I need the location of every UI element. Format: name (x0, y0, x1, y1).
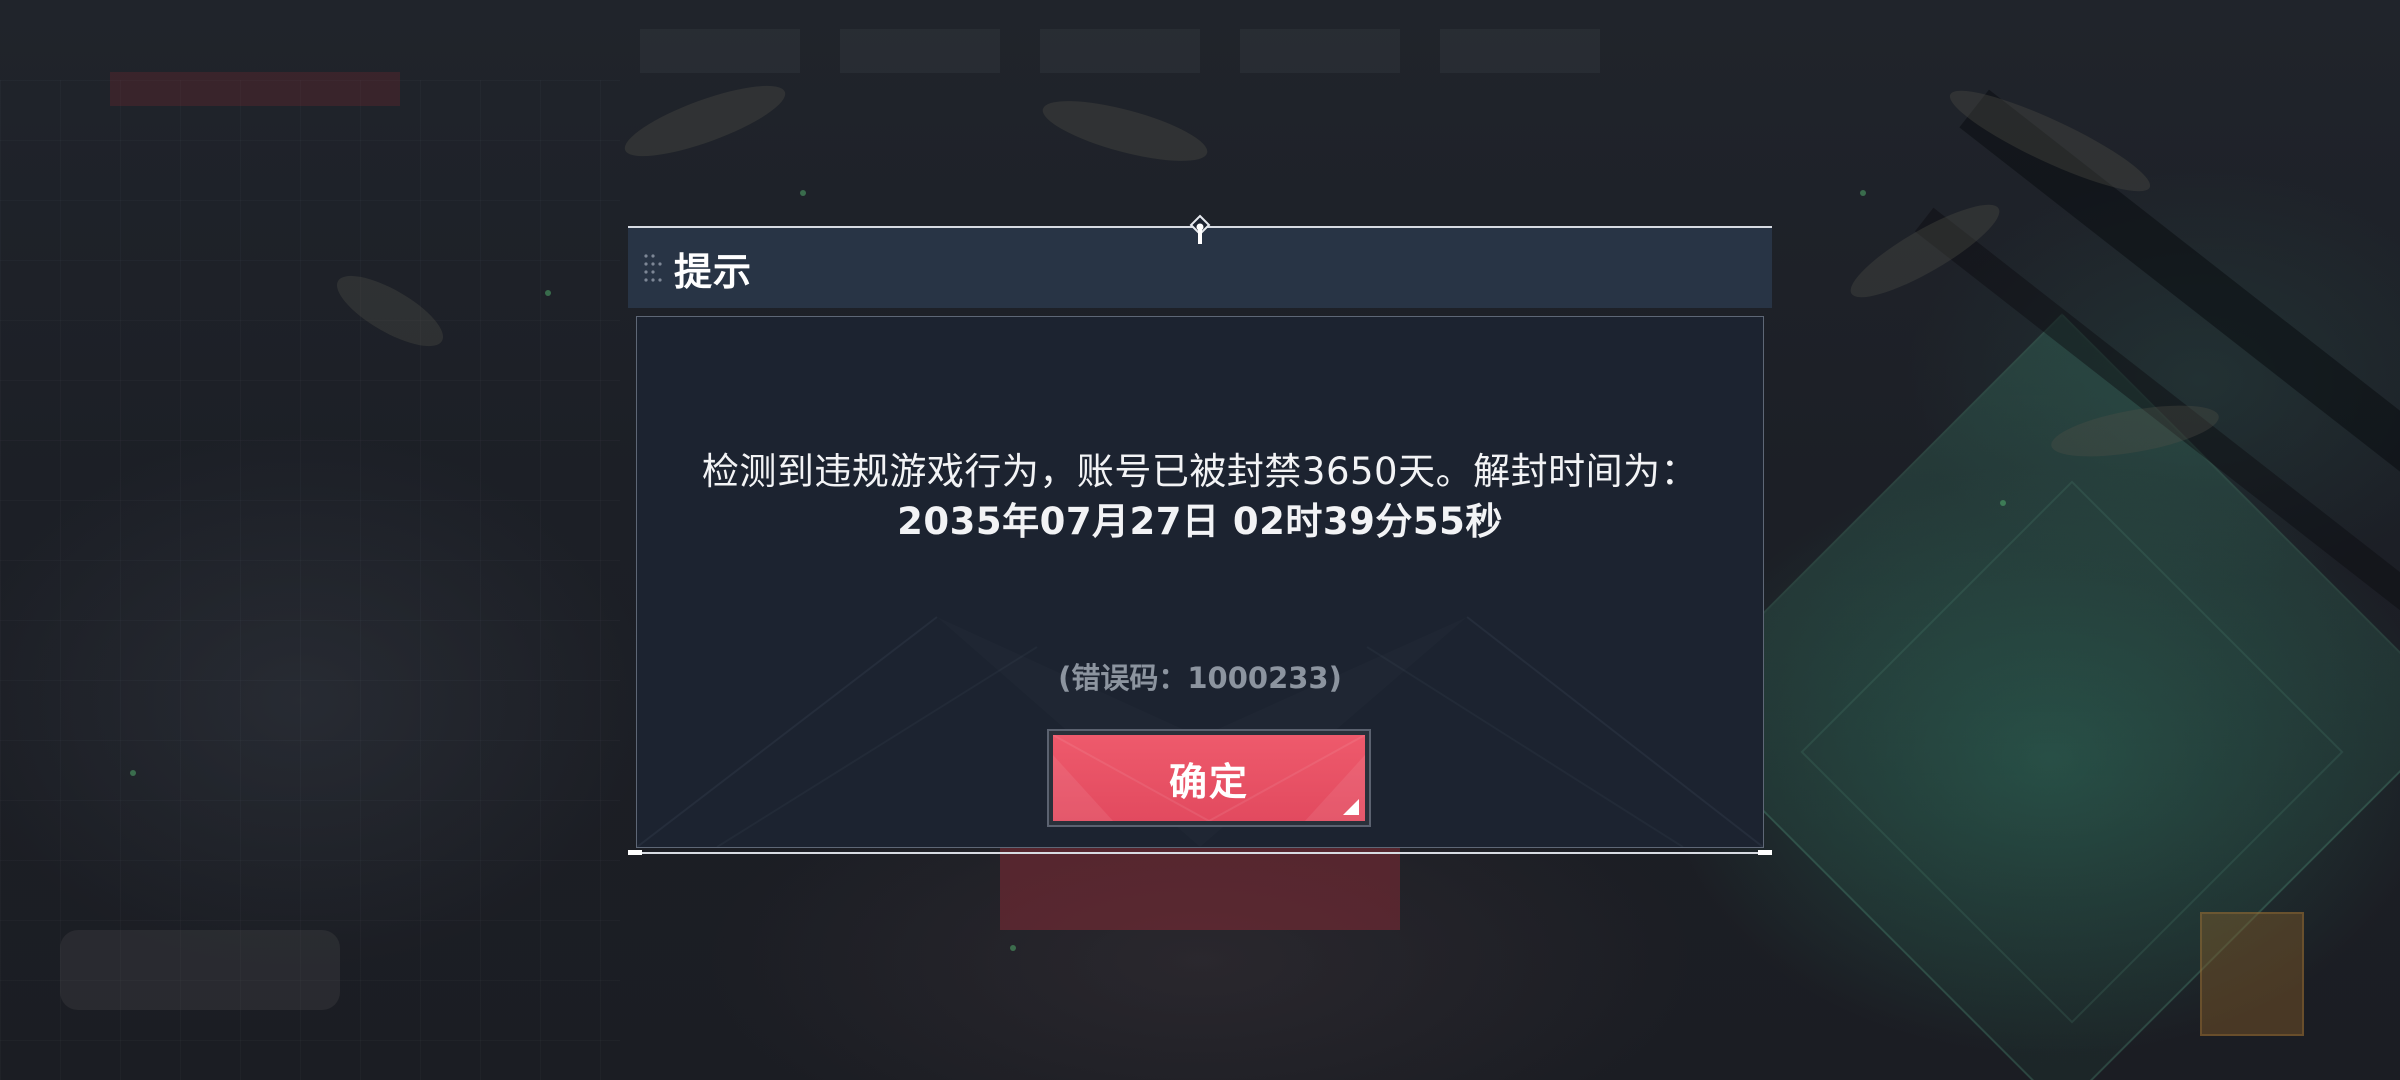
confirm-button-face[interactable]: 确定 (1053, 735, 1365, 821)
unban-time: 2035年07月27日 02时39分55秒 (897, 500, 1503, 543)
background-particle (1860, 190, 1866, 196)
grip-dots-icon (644, 254, 662, 282)
ban-message-line: 检测到违规游戏行为，账号已被封禁3650天。解封时间为： (701, 450, 1699, 493)
corner-tick (628, 850, 642, 855)
background-particle (1010, 945, 1016, 951)
background-leaf (1037, 88, 1213, 174)
corner-tick (1758, 850, 1772, 855)
background-particle (800, 190, 806, 196)
background-particle (2000, 500, 2006, 506)
background-orange-card (2200, 912, 2304, 1036)
background-top-bar (640, 20, 1760, 82)
ban-message: 检测到违规游戏行为，账号已被封禁3650天。解封时间为： 2035年07月27日… (637, 447, 1763, 547)
background-leaf (617, 72, 793, 170)
pin-marker-icon (1189, 214, 1211, 244)
background-particle (130, 770, 136, 776)
background-chip (60, 930, 340, 1010)
error-code: (错误码：1000233) (1058, 661, 1342, 695)
background-red-banner (110, 72, 400, 106)
confirm-button[interactable]: 确定 (1047, 729, 1371, 827)
dialog-title: 提示 (674, 249, 753, 294)
background-particle (545, 290, 551, 296)
ban-notice-dialog: 提示 检测到违规游戏行为，账号已被封禁3650天。解封时间为： 2035年07月… (628, 214, 1772, 856)
corner-notch-icon (1343, 799, 1359, 815)
dialog-bottom-border (628, 852, 1772, 854)
background-enter-game-button (1000, 846, 1400, 930)
confirm-button-label: 确定 (1168, 759, 1249, 804)
dialog-body: 检测到违规游戏行为，账号已被封禁3650天。解封时间为： 2035年07月27日… (636, 316, 1764, 848)
